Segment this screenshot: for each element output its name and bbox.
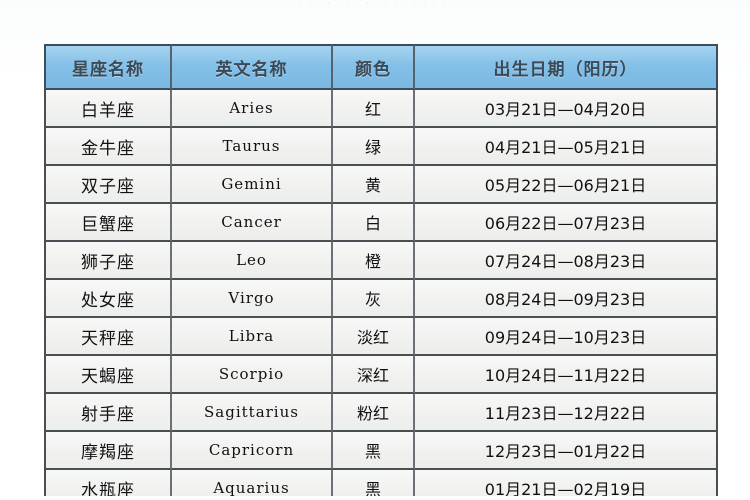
column-header-birth-date: 出生日期（阳历） xyxy=(415,44,718,90)
cell-birth-date: 03月21日—04月20日 xyxy=(415,90,718,128)
cell-zodiac-name: 水瓶座 xyxy=(44,470,172,496)
cell-zodiac-name: 巨蟹座 xyxy=(44,204,172,242)
cell-zodiac-name: 处女座 xyxy=(44,280,172,318)
cell-color: 粉红 xyxy=(333,394,415,432)
cell-english-name: Virgo xyxy=(172,280,333,318)
cell-zodiac-name: 狮子座 xyxy=(44,242,172,280)
cell-birth-date: 10月24日—11月22日 xyxy=(415,356,718,394)
cell-color: 橙 xyxy=(333,242,415,280)
cell-birth-date: 04月21日—05月21日 xyxy=(415,128,718,166)
cell-birth-date: 05月22日—06月21日 xyxy=(415,166,718,204)
table-row: 白羊座 Aries 红 03月21日—04月20日 xyxy=(44,90,718,128)
table-row: 天蝎座 Scorpio 深红 10月24日—11月22日 xyxy=(44,356,718,394)
cell-birth-date: 07月24日—08月23日 xyxy=(415,242,718,280)
cell-english-name: Gemini xyxy=(172,166,333,204)
cell-birth-date: 11月23日—12月22日 xyxy=(415,394,718,432)
table-row: 天秤座 Libra 淡红 09月24日—10月23日 xyxy=(44,318,718,356)
zodiac-table-container: 星座名称 英文名称 颜色 出生日期（阳历） 白羊座 Aries 红 03月21日—04… xyxy=(44,44,718,496)
cell-zodiac-name: 天秤座 xyxy=(44,318,172,356)
cell-color: 黑 xyxy=(333,432,415,470)
cell-english-name: Sagittarius xyxy=(172,394,333,432)
zodiac-sign-reference-table: 星座名称 英文名称 颜色 出生日期（阳历） 白羊座 Aries 红 03月21日—04… xyxy=(44,44,718,496)
cell-zodiac-name: 天蝎座 xyxy=(44,356,172,394)
table-row: 水瓶座 Aquarius 黑 01月21日—02月19日 xyxy=(44,470,718,496)
cell-birth-date: 12月23日—01月22日 xyxy=(415,432,718,470)
cell-color: 淡红 xyxy=(333,318,415,356)
cell-english-name: Leo xyxy=(172,242,333,280)
cell-color: 红 xyxy=(333,90,415,128)
cell-english-name: Aquarius xyxy=(172,470,333,496)
table-header: 星座名称 英文名称 颜色 出生日期（阳历） xyxy=(44,44,718,90)
cell-english-name: Cancer xyxy=(172,204,333,242)
cell-zodiac-name: 金牛座 xyxy=(44,128,172,166)
cell-english-name: Taurus xyxy=(172,128,333,166)
cell-english-name: Scorpio xyxy=(172,356,333,394)
column-header-color: 颜色 xyxy=(333,44,415,90)
table-row: 射手座 Sagittarius 粉红 11月23日—12月22日 xyxy=(44,394,718,432)
cell-color: 白 xyxy=(333,204,415,242)
table-row: 摩羯座 Capricorn 黑 12月23日—01月22日 xyxy=(44,432,718,470)
cell-zodiac-name: 射手座 xyxy=(44,394,172,432)
table-row: 金牛座 Taurus 绿 04月21日—05月21日 xyxy=(44,128,718,166)
cell-english-name: Aries xyxy=(172,90,333,128)
cell-zodiac-name: 白羊座 xyxy=(44,90,172,128)
table-body: 白羊座 Aries 红 03月21日—04月20日 金牛座 Taurus 绿 04月21日—0… xyxy=(44,90,718,496)
table-header-row: 星座名称 英文名称 颜色 出生日期（阳历） xyxy=(44,44,718,90)
cell-zodiac-name: 摩羯座 xyxy=(44,432,172,470)
column-header-zodiac-name: 星座名称 xyxy=(44,44,172,90)
table-row: 巨蟹座 Cancer 白 06月22日—07月23日 xyxy=(44,204,718,242)
table-row: 双子座 Gemini 黄 05月22日—06月21日 xyxy=(44,166,718,204)
cell-color: 黄 xyxy=(333,166,415,204)
cell-color: 深红 xyxy=(333,356,415,394)
clipped-top-text-fragment: ·· ····· ·· ···· xyxy=(298,0,452,9)
cell-color: 灰 xyxy=(333,280,415,318)
column-header-english-name: 英文名称 xyxy=(172,44,333,90)
cell-birth-date: 01月21日—02月19日 xyxy=(415,470,718,496)
cell-english-name: Capricorn xyxy=(172,432,333,470)
cell-birth-date: 08月24日—09月23日 xyxy=(415,280,718,318)
cell-english-name: Libra xyxy=(172,318,333,356)
cell-zodiac-name: 双子座 xyxy=(44,166,172,204)
table-row: 处女座 Virgo 灰 08月24日—09月23日 xyxy=(44,280,718,318)
cell-color: 绿 xyxy=(333,128,415,166)
cell-birth-date: 06月22日—07月23日 xyxy=(415,204,718,242)
cell-birth-date: 09月24日—10月23日 xyxy=(415,318,718,356)
table-row: 狮子座 Leo 橙 07月24日—08月23日 xyxy=(44,242,718,280)
cell-color: 黑 xyxy=(333,470,415,496)
